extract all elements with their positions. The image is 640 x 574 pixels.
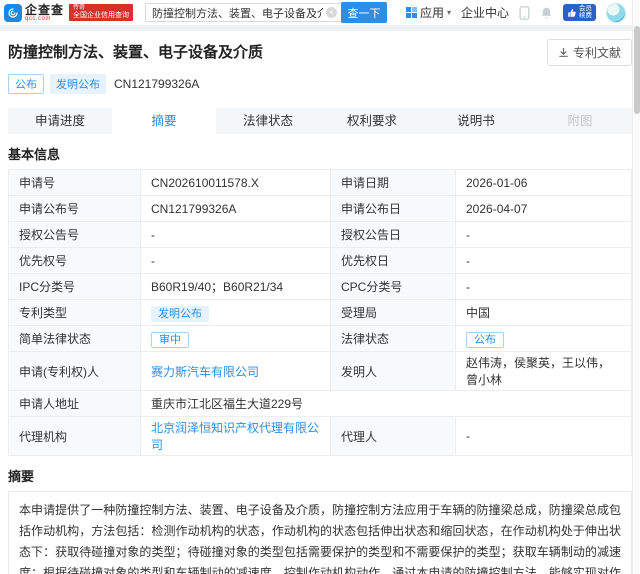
field-label: 申请号 — [9, 170, 141, 196]
patent-document-label: 专利文献 — [573, 44, 621, 61]
field-value: - — [141, 248, 331, 274]
search-input[interactable] — [145, 3, 341, 22]
tab-application-progress[interactable]: 申请进度 — [8, 108, 112, 134]
field-label: 申请人地址 — [9, 391, 141, 417]
qcc-logo[interactable]: 企查查 qcc.com 传奇 全国企业信用查询 — [4, 4, 133, 22]
field-label: 专利类型 — [9, 300, 141, 326]
field-label: 法律状态 — [331, 326, 456, 352]
enterprise-center-link[interactable]: 企业中心 — [461, 4, 509, 21]
table-row: 简单法律状态 审中 法律状态 公布 — [9, 326, 632, 352]
field-value: B60R19/40；B60R21/34 — [141, 274, 331, 300]
patent-detail-card: 防撞控制方法、装置、电子设备及介质 专利文献 公布 发明公布 CN1217993… — [0, 31, 640, 574]
inventors-value: 赵伟涛，侯聚英，王以伟，曾小林 — [456, 352, 632, 391]
table-row: 专利类型 发明公布 受理局 中国 — [9, 300, 632, 326]
field-label: 发明人 — [331, 352, 456, 391]
table-row: 优先权号 - 优先权日 - — [9, 248, 632, 274]
tab-abstract[interactable]: 摘要 — [112, 108, 216, 134]
field-label: 申请(专利权)人 — [9, 352, 141, 391]
status-badge: 公布 — [8, 74, 44, 94]
field-value: CN121799326A — [141, 196, 331, 222]
qcc-logo-icon — [4, 4, 22, 22]
field-value: 2026-01-06 — [456, 170, 632, 196]
tab-figures: 附图 — [528, 108, 632, 134]
member-renewal-button[interactable]: 会员 续费 — [563, 4, 596, 22]
abstract-title: 摘要 — [8, 466, 632, 485]
vertical-scrollbar[interactable] — [632, 0, 640, 574]
patent-type-badge: 发明公布 — [50, 74, 106, 94]
page-title: 防撞控制方法、装置、电子设备及介质 — [8, 39, 263, 62]
basic-info-table: 申请号 CN202610011578.X 申请日期 2026-01-06 申请公… — [8, 169, 632, 456]
field-value: - — [456, 274, 632, 300]
slogan-line2: 全国企业信用查询 — [73, 12, 129, 20]
field-label: IPC分类号 — [9, 274, 141, 300]
field-label: 代理机构 — [9, 417, 141, 456]
field-label: 代理人 — [331, 417, 456, 456]
member-line2: 续费 — [579, 12, 592, 19]
logo-slogan-badge: 传奇 全国企业信用查询 — [69, 4, 133, 20]
table-row: IPC分类号 B60R19/40；B60R21/34 CPC分类号 - — [9, 274, 632, 300]
field-label: 申请公布日 — [331, 196, 456, 222]
tab-description[interactable]: 说明书 — [424, 108, 528, 134]
mobile-app-icon[interactable] — [519, 6, 530, 20]
field-label: 简单法律状态 — [9, 326, 141, 352]
field-value: 2026-04-07 — [456, 196, 632, 222]
patent-type-badge: 发明公布 — [151, 306, 209, 322]
table-row: 代理机构 北京润泽恒知识产权代理有限公司 代理人 - — [9, 417, 632, 456]
abstract-text: 本申请提供了一种防撞控制方法、装置、电子设备及介质，防撞控制方法应用于车辆的防撞… — [8, 491, 632, 574]
thumb-up-icon — [567, 8, 577, 18]
logo-title: 企查查 — [25, 4, 64, 16]
tab-legal-status[interactable]: 法律状态 — [216, 108, 320, 134]
field-label: 申请公布号 — [9, 196, 141, 222]
field-label: 受理局 — [331, 300, 456, 326]
field-label: 优先权日 — [331, 248, 456, 274]
patent-document-button[interactable]: 专利文献 — [547, 39, 632, 66]
field-value: - — [141, 222, 331, 248]
tab-claims[interactable]: 权利要求 — [320, 108, 424, 134]
field-value: CN202610011578.X — [141, 170, 331, 196]
simple-legal-status-badge: 审中 — [151, 332, 189, 348]
logo-domain: qcc.com — [25, 16, 64, 22]
field-value: 中国 — [456, 300, 632, 326]
table-row: 申请号 CN202610011578.X 申请日期 2026-01-06 — [9, 170, 632, 196]
table-row: 申请公布号 CN121799326A 申请公布日 2026-04-07 — [9, 196, 632, 222]
applicant-link[interactable]: 赛力斯汽车有限公司 — [151, 365, 259, 379]
apps-grid-icon — [406, 7, 417, 18]
basic-info-title: 基本信息 — [8, 144, 632, 163]
field-value: - — [456, 248, 632, 274]
field-label: 优先权号 — [9, 248, 141, 274]
notifications-bell-icon[interactable] — [540, 6, 553, 19]
apps-menu[interactable]: 应用 ▾ — [406, 4, 451, 21]
download-icon — [558, 47, 569, 58]
search-button[interactable]: 查一下 — [341, 2, 387, 23]
legal-status-badge: 公布 — [466, 332, 504, 348]
tab-bar: 申请进度 摘要 法律状态 权利要求 说明书 附图 — [8, 108, 632, 134]
scrollbar-thumb[interactable] — [634, 26, 640, 114]
field-label: 申请日期 — [331, 170, 456, 196]
field-label: 授权公告日 — [331, 222, 456, 248]
field-value: - — [456, 222, 632, 248]
table-row: 授权公告号 - 授权公告日 - — [9, 222, 632, 248]
slogan-line1: 传奇 — [73, 5, 129, 12]
user-avatar[interactable] — [606, 3, 626, 23]
field-value: - — [456, 417, 632, 456]
top-navigation-bar: 企查查 qcc.com 传奇 全国企业信用查询 × 查一下 应用 ▾ 企业中心 … — [0, 0, 640, 25]
table-row: 申请人地址 重庆市江北区福生大道229号 — [9, 391, 632, 417]
agency-link[interactable]: 北京润泽恒知识产权代理有限公司 — [151, 421, 319, 452]
table-row: 申请(专利权)人 赛力斯汽车有限公司 发明人 赵伟涛，侯聚英，王以伟，曾小林 — [9, 352, 632, 391]
field-label: 授权公告号 — [9, 222, 141, 248]
chevron-down-icon: ▾ — [447, 8, 451, 17]
applicant-address-value: 重庆市江北区福生大道229号 — [141, 391, 632, 417]
apps-label: 应用 — [420, 4, 444, 21]
publication-number: CN121799326A — [114, 77, 199, 91]
search-clear-icon[interactable]: × — [326, 7, 337, 18]
field-label: CPC分类号 — [331, 274, 456, 300]
search-bar: × 查一下 — [145, 2, 387, 23]
